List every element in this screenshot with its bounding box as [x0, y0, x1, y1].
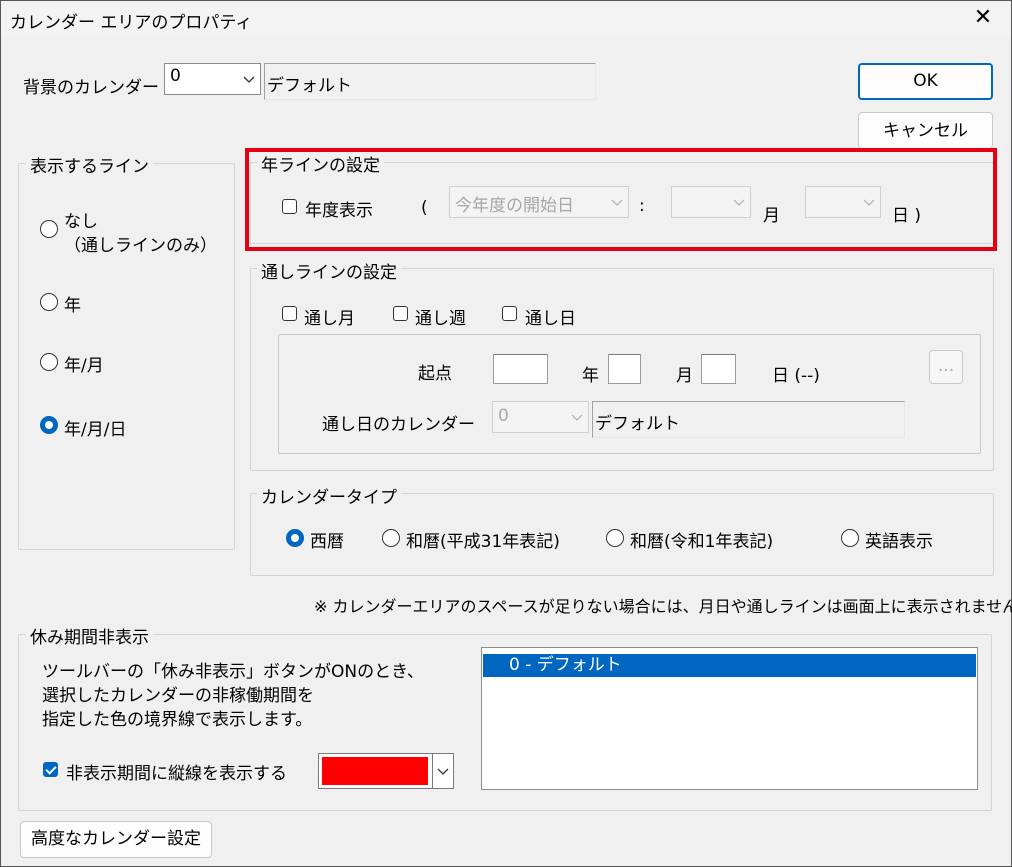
- bg-calendar-label: 背景のカレンダー: [23, 78, 159, 98]
- radio-calendar-heisei-label: 和暦(平成31年表記): [406, 532, 560, 552]
- origin-month-field[interactable]: [608, 354, 641, 384]
- radio-line-year-month-day-label: 年/月/日: [64, 420, 127, 440]
- holiday-desc-line-1: ツールバーの「休み非表示」ボタンがONのとき、: [42, 662, 424, 682]
- chevron-down-icon: [570, 402, 584, 432]
- radio-calendar-reiwa[interactable]: [606, 529, 624, 547]
- radio-line-year[interactable]: [40, 293, 58, 311]
- display-line-title: 表示するライン: [26, 152, 153, 177]
- advanced-calendar-settings-button[interactable]: 高度なカレンダー設定: [20, 821, 212, 858]
- through-calendar-name-field: デフォルト: [592, 401, 905, 438]
- calendar-type-title: カレンダータイプ: [257, 483, 401, 508]
- ok-button[interactable]: OK: [858, 63, 993, 100]
- vline-checkbox[interactable]: [43, 762, 58, 777]
- radio-line-year-month[interactable]: [40, 353, 58, 371]
- origin-month-label: 月: [676, 366, 693, 386]
- radio-line-none[interactable]: [40, 220, 58, 238]
- bg-calendar-name-value: デフォルト: [267, 76, 352, 96]
- radio-line-year-month-day[interactable]: [40, 416, 58, 434]
- bg-calendar-number-value: 0: [170, 66, 181, 86]
- radio-calendar-english-label: 英語表示: [865, 532, 933, 552]
- through-day-checkbox[interactable]: [502, 306, 517, 321]
- holiday-desc-line-2: 選択したカレンダーの非稼働期間を: [42, 686, 314, 706]
- through-line-title: 通しラインの設定: [257, 258, 401, 283]
- origin-browse-button[interactable]: ...: [929, 350, 963, 384]
- cancel-button[interactable]: キャンセル: [858, 112, 993, 149]
- bg-calendar-number-select[interactable]: 0: [164, 63, 261, 95]
- origin-day-field[interactable]: [701, 354, 736, 384]
- origin-label: 起点: [418, 364, 452, 384]
- radio-line-none-label: なし: [64, 212, 98, 232]
- chevron-down-icon: [436, 754, 450, 788]
- window-title: カレンダー エリアのプロパティ: [10, 13, 253, 33]
- color-swatch: [322, 757, 428, 785]
- radio-line-year-label: 年: [64, 296, 81, 316]
- title-bar: カレンダー エリアのプロパティ ✕: [1, 1, 1011, 37]
- origin-day-label: 日 (--): [772, 366, 820, 386]
- radio-calendar-western[interactable]: [286, 529, 304, 547]
- list-item[interactable]: 0 - デフォルト: [483, 654, 976, 677]
- radio-calendar-reiwa-label: 和暦(令和1年表記): [630, 532, 774, 552]
- through-calendar-number-value: 0: [498, 406, 509, 426]
- line-color-picker[interactable]: [318, 753, 454, 789]
- origin-year-field[interactable]: [493, 354, 548, 384]
- chevron-down-icon: [242, 64, 256, 94]
- origin-year-label: 年: [582, 366, 599, 386]
- space-note: ※ カレンダーエリアのスペースが足りない場合には、月日や通しラインは画面上に表示…: [314, 597, 1012, 616]
- radio-line-none-sublabel: （通しラインのみ）: [64, 236, 217, 256]
- through-week-label: 通し週: [415, 309, 466, 329]
- bg-calendar-name-field: デフォルト: [264, 63, 596, 100]
- through-calendar-name-value: デフォルト: [595, 414, 680, 434]
- through-month-checkbox[interactable]: [282, 306, 297, 321]
- through-week-checkbox[interactable]: [393, 306, 408, 321]
- radio-calendar-western-label: 西暦: [310, 532, 344, 552]
- radio-line-year-month-label: 年/月: [64, 356, 104, 376]
- radio-calendar-english[interactable]: [841, 529, 859, 547]
- holiday-calendar-list[interactable]: 0 - デフォルト: [481, 647, 978, 790]
- through-calendar-number-select[interactable]: 0: [492, 401, 589, 433]
- highlight-annotation-frame: [245, 148, 997, 251]
- through-calendar-label: 通し日のカレンダー: [322, 415, 475, 435]
- color-picker-divider: [432, 754, 433, 788]
- close-icon: ✕: [973, 5, 993, 30]
- close-button[interactable]: ✕: [963, 1, 1003, 35]
- radio-calendar-heisei[interactable]: [382, 529, 400, 547]
- vline-label: 非表示期間に縦線を表示する: [66, 764, 287, 784]
- through-month-label: 通し月: [304, 309, 355, 329]
- holiday-desc-line-3: 指定した色の境界線で表示します。: [42, 710, 313, 730]
- through-day-label: 通し日: [525, 309, 576, 329]
- holiday-title: 休み期間非表示: [26, 623, 153, 648]
